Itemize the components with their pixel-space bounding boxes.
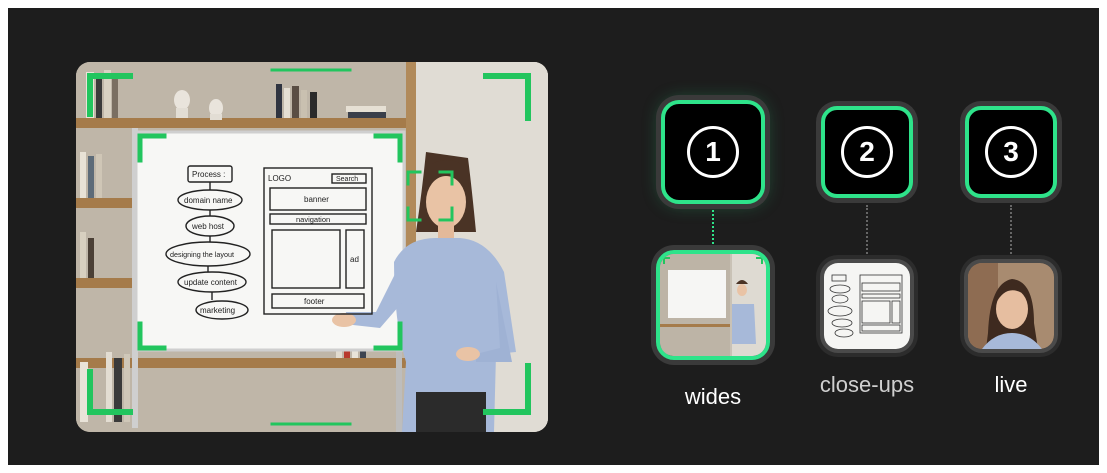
thumb-close-ups[interactable] [820, 259, 914, 353]
wireframe-search: Search [336, 176, 358, 183]
connector-1 [712, 210, 714, 248]
main-scene-image: Process : domain name web host designing… [76, 62, 548, 432]
wireframe-logo: LOGO [268, 174, 291, 183]
connector-3 [1010, 205, 1012, 257]
number-3-icon: 3 [985, 126, 1037, 178]
shot-step-3[interactable]: 3 [965, 106, 1057, 198]
connector-2 [866, 205, 868, 257]
wireframe-footer: footer [304, 297, 325, 306]
step-domain-name: domain name [184, 196, 233, 205]
wireframe-banner: banner [304, 195, 329, 204]
shot-step-1[interactable]: 1 [661, 100, 765, 204]
wireframe-navigation: navigation [296, 215, 330, 224]
step-designing-layout: designing the layout [170, 250, 234, 259]
step-web-host: web host [191, 222, 225, 231]
number-2-icon: 2 [841, 126, 893, 178]
label-close-ups: close-ups [819, 372, 915, 397]
shot-step-2[interactable]: 2 [821, 106, 913, 198]
step-update-content: update content [184, 278, 238, 287]
wireframe-ad: ad [350, 255, 359, 264]
number-1-icon: 1 [687, 126, 739, 178]
thumb-live[interactable] [964, 259, 1058, 353]
process-title: Process : [192, 170, 225, 179]
thumb-wides[interactable] [656, 250, 770, 360]
label-wides: wides [684, 384, 742, 409]
step-marketing: marketing [200, 306, 235, 315]
label-live: live [994, 372, 1028, 397]
